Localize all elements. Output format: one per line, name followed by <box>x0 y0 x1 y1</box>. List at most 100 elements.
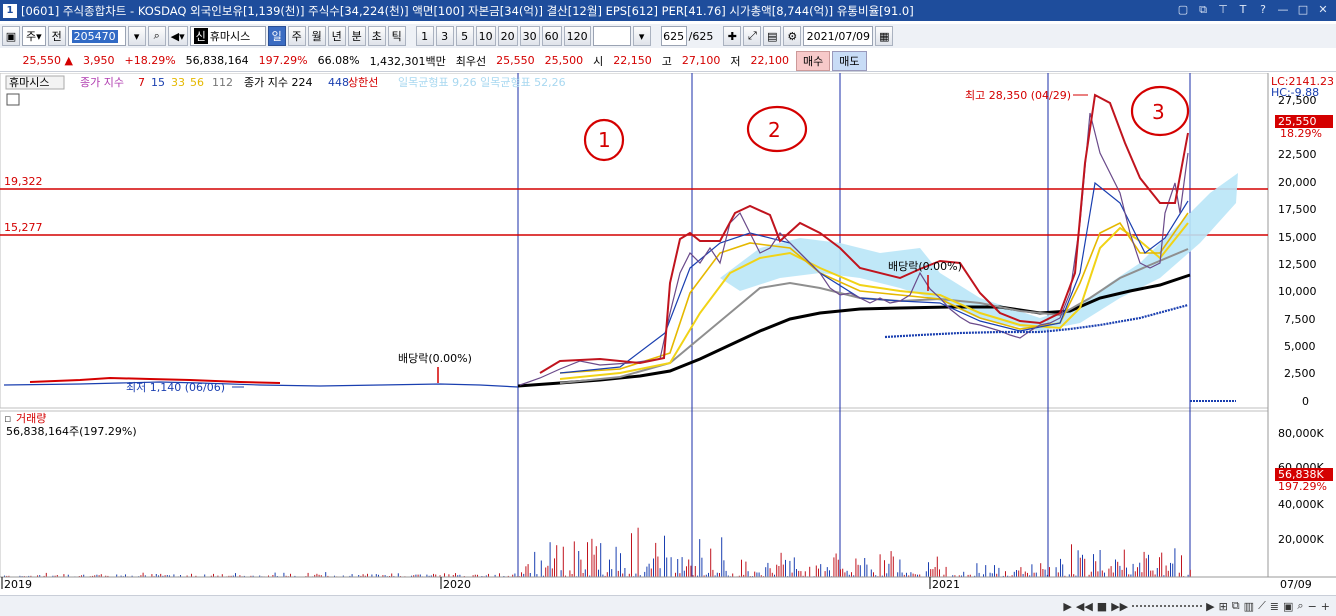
interval-20[interactable]: 20 <box>497 26 518 46</box>
low-annotation: 최저 1,140 (06/06) <box>126 381 225 394</box>
interval-1[interactable]: 1 <box>415 26 434 46</box>
grid-toggle-icon[interactable] <box>6 93 20 106</box>
volume-bar <box>1031 564 1033 577</box>
crosshair-icon[interactable]: ✚ <box>723 26 742 46</box>
grid-icon[interactable]: ⊞ <box>1219 600 1228 613</box>
code-input[interactable]: 205470 <box>67 26 126 46</box>
volume-panel-toggle[interactable]: ▫ <box>4 412 11 425</box>
period-tick-tab[interactable]: 틱 <box>387 26 406 46</box>
volume-bar <box>1178 572 1180 577</box>
ask-price: 25,550 <box>496 54 535 67</box>
market-select[interactable]: 주 ▾ <box>22 26 46 46</box>
chart-area[interactable]: 19,322 15,277 휴마시스 종가 지수 7 15 33 56 112 … <box>0 72 1336 593</box>
volume-bar <box>683 570 685 577</box>
volume-bar <box>826 567 828 577</box>
minimize-icon[interactable]: — <box>1276 2 1290 17</box>
chart-svg[interactable]: 19,322 15,277 휴마시스 종가 지수 7 15 33 56 112 … <box>0 72 1336 593</box>
scroll-slider[interactable] <box>1132 605 1203 607</box>
forward-icon[interactable]: ▶▶ <box>1111 600 1128 613</box>
volume-bar <box>444 573 445 577</box>
volume-bar <box>1189 569 1191 577</box>
volume-bar <box>540 560 542 577</box>
settings-icon[interactable]: ⚙ <box>783 26 802 46</box>
bid-price: 25,500 <box>544 54 584 67</box>
volume-bar <box>397 573 399 577</box>
volume-bar <box>870 569 872 577</box>
volume-bar <box>609 559 610 577</box>
price-change: 3,950 <box>83 54 115 67</box>
volume-bar <box>890 551 892 577</box>
volume-bar <box>991 573 993 577</box>
volume-bar <box>1134 571 1136 577</box>
volume-bar <box>1095 561 1097 577</box>
window-icon[interactable]: 1 <box>3 3 17 18</box>
copy-icon[interactable]: ⧉ <box>1196 2 1210 17</box>
date-input[interactable]: 2021/07/09 <box>803 26 874 46</box>
stop-icon[interactable]: ■ <box>1097 600 1107 613</box>
interval-dropdown-icon[interactable]: ▾ <box>632 26 651 46</box>
bar-chart-icon[interactable]: ▥ <box>1244 600 1254 613</box>
volume-bar <box>846 570 848 577</box>
pin-icon[interactable]: ⊤ <box>1216 2 1230 17</box>
zoom-icon[interactable]: ⤢ <box>743 26 762 46</box>
rewind-icon[interactable]: ◀◀ <box>1076 600 1093 613</box>
calendar-icon[interactable]: ▦ <box>875 26 894 46</box>
high-price: 27,100 <box>681 54 721 67</box>
scroll-start-icon[interactable]: ▶ <box>1063 600 1071 613</box>
stock-name-field[interactable]: 신 휴마시스 <box>189 26 266 46</box>
interval-10[interactable]: 10 <box>475 26 496 46</box>
volume-bar <box>646 566 648 577</box>
period-minute-tab[interactable]: 분 <box>347 26 366 46</box>
volume-bar <box>527 564 529 577</box>
code-dropdown-icon[interactable]: ▾ <box>127 26 146 46</box>
title-bar: 1 [0601] 주식종합차트 - KOSDAQ 외국인보유[1,139(천)]… <box>0 0 1336 21</box>
volume-bar <box>620 553 621 577</box>
volume-bar <box>1165 565 1167 577</box>
help-icon[interactable]: ? <box>1256 2 1270 17</box>
image-icon[interactable]: ▣ <box>1283 600 1293 613</box>
tool-icon[interactable]: T <box>1236 2 1250 17</box>
zoom-in-icon[interactable]: + <box>1321 600 1330 613</box>
interval-5[interactable]: 5 <box>455 26 474 46</box>
interval-custom-input[interactable] <box>592 26 631 46</box>
interval-3[interactable]: 3 <box>435 26 454 46</box>
volume-tick-80000k: 80,000K <box>1278 427 1324 440</box>
period-day-tab[interactable]: 일 <box>267 26 286 46</box>
volume-bar <box>1042 569 1044 577</box>
close-icon[interactable]: ✕ <box>1316 2 1330 17</box>
fib-tool-icon[interactable]: ≣ <box>1270 600 1279 613</box>
period-month-tab[interactable]: 월 <box>307 26 326 46</box>
period-second-tab[interactable]: 초 <box>367 26 386 46</box>
period-week-tab[interactable]: 주 <box>287 26 306 46</box>
volume-bar <box>657 556 659 577</box>
zoom-out-icon[interactable]: − <box>1308 600 1317 613</box>
save-icon[interactable]: ▤ <box>763 26 782 46</box>
speaker-icon[interactable]: ◀︎▾ <box>167 26 188 46</box>
volume-bar <box>1077 550 1079 577</box>
layout-switch-icon[interactable]: ⧉ <box>1232 599 1240 613</box>
price-tick-7500: 7,500 <box>1284 313 1316 326</box>
level-label-15277: 15,277 <box>4 221 43 234</box>
link-icon[interactable]: ▢ <box>1176 2 1190 17</box>
prev-button[interactable]: 전 <box>47 26 66 46</box>
buy-button[interactable]: 매수 <box>796 50 831 71</box>
sell-button[interactable]: 매도 <box>832 50 867 71</box>
volume-bar <box>741 559 742 577</box>
current-volume-pct: 197.29% <box>1278 480 1327 493</box>
interval-120[interactable]: 120 <box>563 26 591 46</box>
scroll-end-icon[interactable]: ▶ <box>1206 600 1214 613</box>
interval-30[interactable]: 30 <box>519 26 540 46</box>
layout-icon[interactable]: ▣ <box>2 26 20 46</box>
maximize-icon[interactable]: □ <box>1296 2 1310 17</box>
window-title: [0601] 주식종합차트 - KOSDAQ 외국인보유[1,139(천)] 주… <box>21 3 914 18</box>
count-input[interactable]: 625 <box>660 26 687 46</box>
volume-bar <box>1033 572 1035 577</box>
volume-bar <box>910 572 912 577</box>
search-icon[interactable]: ⌕ <box>147 26 166 46</box>
price-tick-0: 0 <box>1302 395 1309 408</box>
volume-bar <box>688 559 690 577</box>
period-year-tab[interactable]: 년 <box>327 26 346 46</box>
zoom-search-icon[interactable]: ⌕ <box>1297 599 1303 613</box>
line-tool-icon[interactable]: ⟋ <box>1258 599 1266 613</box>
interval-60[interactable]: 60 <box>541 26 562 46</box>
